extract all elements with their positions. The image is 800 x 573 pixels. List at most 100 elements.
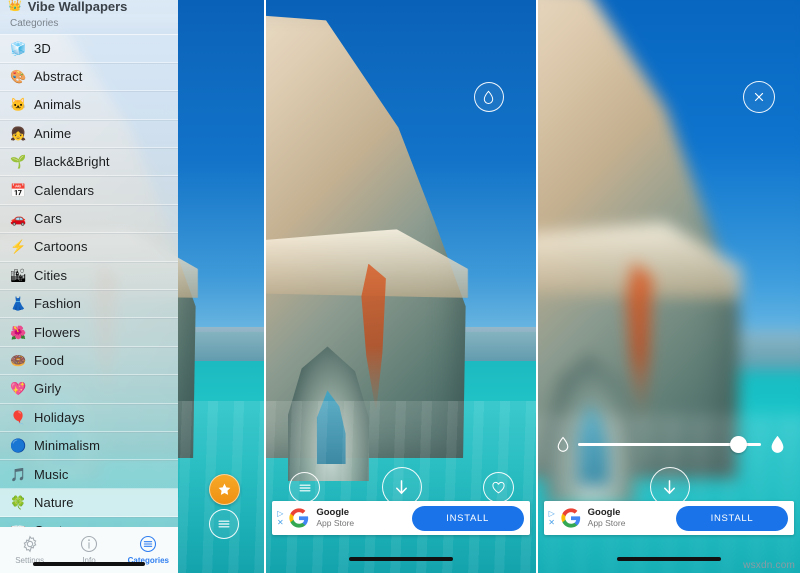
home-indicator [616, 557, 721, 561]
category-flowers-icon: 🌺 [10, 324, 27, 340]
star-icon [218, 483, 231, 495]
sidebar-item-label: Black&Bright [34, 154, 110, 170]
category-animals-icon: 🐱 [10, 97, 27, 113]
category-girly-icon: 💖 [10, 381, 27, 397]
droplet-outline-icon [557, 436, 568, 452]
category-food-icon: 🍩 [10, 352, 27, 368]
category-cartoons-icon: ⚡ [10, 239, 27, 255]
heart-button[interactable] [482, 472, 514, 503]
sidebar-item-black-and-bright[interactable]: 🌱 Black&Bright [0, 148, 178, 177]
adchoices-triangle-icon: ▷ [277, 508, 284, 518]
tab-info[interactable]: Info [61, 534, 117, 565]
categories-list[interactable]: 🧊 3D 🎨 Abstract 🐱 Animals 👧 Anime 🌱 Blac… [0, 35, 178, 527]
menu-button[interactable] [209, 509, 239, 539]
download-arrow-icon [664, 479, 676, 494]
blur-slider[interactable] [556, 434, 786, 455]
close-button[interactable] [743, 81, 775, 113]
category-nature-icon: 🍀 [10, 494, 27, 510]
sidebar-item-label: Cartoons [34, 239, 88, 255]
category-holidays-icon: 🎈 [10, 409, 27, 425]
app-title-row: 👑 Vibe Wallpapers [0, 0, 178, 14]
ad-banner[interactable]: ▷ ✕ Google App Store INSTALL [272, 501, 530, 535]
droplet-filled-icon [771, 435, 784, 453]
sidebar-item-fashion[interactable]: 👗 Fashion [0, 290, 178, 319]
sidebar-item-flowers[interactable]: 🌺 Flowers [0, 318, 178, 347]
bottom-tab-bar: Settings Info Categories [0, 527, 178, 573]
sidebar-item-cities[interactable]: 🏙 Cities [0, 262, 178, 291]
ad-subtitle: App Store [587, 517, 626, 528]
sidebar-item-label: Flowers [34, 324, 81, 340]
watermark: wsxdn.com [743, 560, 795, 571]
app-screen-wallpaper-preview: ▷ ✕ Google App Store INSTALL [264, 0, 536, 573]
sidebar-item-label: Food [34, 352, 65, 368]
sidebar-item-holidays[interactable]: 🎈 Holidays [0, 404, 178, 432]
adchoices-icon[interactable]: ▷ ✕ [546, 508, 558, 527]
sidebar-item-minimalism[interactable]: 🔵 Minimalism [0, 432, 178, 461]
adchoices-triangle-icon: ▷ [548, 508, 555, 518]
crown-icon: 👑 [8, 0, 22, 13]
sidebar-item-cartoons[interactable]: ⚡ Cartoons [0, 233, 178, 262]
category-music-icon: 🎵 [10, 466, 27, 482]
sidebar-item-girly[interactable]: 💖 Girly [0, 375, 178, 404]
gear-icon [23, 534, 37, 553]
tab-categories[interactable]: Categories [120, 534, 176, 565]
adchoices-close-icon[interactable]: ✕ [548, 518, 555, 527]
google-g-icon [559, 506, 583, 530]
sidebar-item-animals[interactable]: 🐱 Animals [0, 91, 178, 120]
tab-settings[interactable]: Settings [2, 534, 58, 565]
sidebar-item-label: Minimalism [34, 438, 100, 454]
category-cars-icon: 🚗 [10, 211, 27, 227]
category-calendars-icon: 📅 [10, 182, 27, 198]
category-3d-icon: 🧊 [10, 40, 27, 56]
list-icon [140, 535, 157, 552]
sidebar-item-label: Nature [34, 494, 74, 510]
ad-subtitle: App Store [316, 517, 355, 528]
sidebar-item-label: Abstract [34, 69, 83, 85]
sidebar-item-calendars[interactable]: 📅 Calendars [0, 176, 178, 205]
adchoices-icon[interactable]: ▷ ✕ [274, 508, 286, 527]
category-anime-icon: 👧 [10, 125, 27, 141]
ad-banner[interactable]: ▷ ✕ Google App Store INSTALL [543, 501, 794, 535]
app-screen-categories: 👑 Vibe Wallpapers Categories 🧊 3D 🎨 Abst… [0, 0, 265, 573]
sidebar-item-label: Animals [34, 97, 81, 113]
install-button[interactable]: INSTALL [411, 505, 524, 531]
categories-drawer: 👑 Vibe Wallpapers Categories 🧊 3D 🎨 Abst… [0, 0, 178, 573]
sidebar-item-label: Calendars [34, 182, 95, 198]
hamburger-icon [299, 484, 311, 491]
home-indicator [348, 557, 453, 561]
category-cities-icon: 🏙 [10, 267, 27, 283]
install-button[interactable]: INSTALL [676, 505, 788, 531]
sidebar-item-3d[interactable]: 🧊 3D [0, 35, 178, 63]
blur-droplet-button[interactable] [473, 82, 504, 112]
ad-title: Google [316, 506, 350, 518]
blur-slider-knob[interactable] [730, 436, 748, 453]
info-icon [80, 535, 98, 552]
adchoices-close-icon[interactable]: ✕ [277, 518, 284, 527]
close-x-icon [754, 92, 764, 102]
category-fashion-icon: 👗 [10, 296, 27, 312]
sidebar-item-label: Holidays [34, 409, 85, 425]
ad-text: Google App Store [587, 506, 626, 529]
sidebar-item-food[interactable]: 🍩 Food [0, 347, 178, 376]
blur-slider-track[interactable] [577, 436, 761, 453]
droplet-icon [483, 90, 494, 104]
category-minimalism-icon: 🔵 [10, 438, 27, 454]
sidebar-item-label: Anime [34, 125, 72, 141]
sidebar-item-nature[interactable]: 🍀 Nature [0, 488, 178, 518]
sidebar-item-label: Girly [34, 381, 62, 397]
ad-title: Google [587, 506, 621, 518]
app-screen-blur-editor: ▷ ✕ Google App Store INSTALL wsxdn.com [535, 0, 800, 573]
sidebar-item-anime[interactable]: 👧 Anime [0, 120, 178, 149]
sidebar-item-cars[interactable]: 🚗 Cars [0, 205, 178, 234]
category-abstract-icon: 🎨 [10, 69, 27, 85]
hamburger-icon [218, 520, 230, 528]
sidebar-item-label: 3D [34, 40, 51, 56]
category-black-and-bright-icon: 🌱 [10, 154, 27, 170]
sidebar-item-quotes[interactable]: 📖 Quotes [0, 517, 178, 527]
sidebar-item-label: Fashion [34, 296, 81, 312]
sidebar-item-abstract[interactable]: 🎨 Abstract [0, 63, 178, 92]
sidebar-item-label: Cities [34, 267, 68, 283]
google-g-icon [287, 506, 311, 530]
favorite-star-button[interactable] [209, 474, 240, 505]
sidebar-item-music[interactable]: 🎵 Music [0, 460, 178, 489]
